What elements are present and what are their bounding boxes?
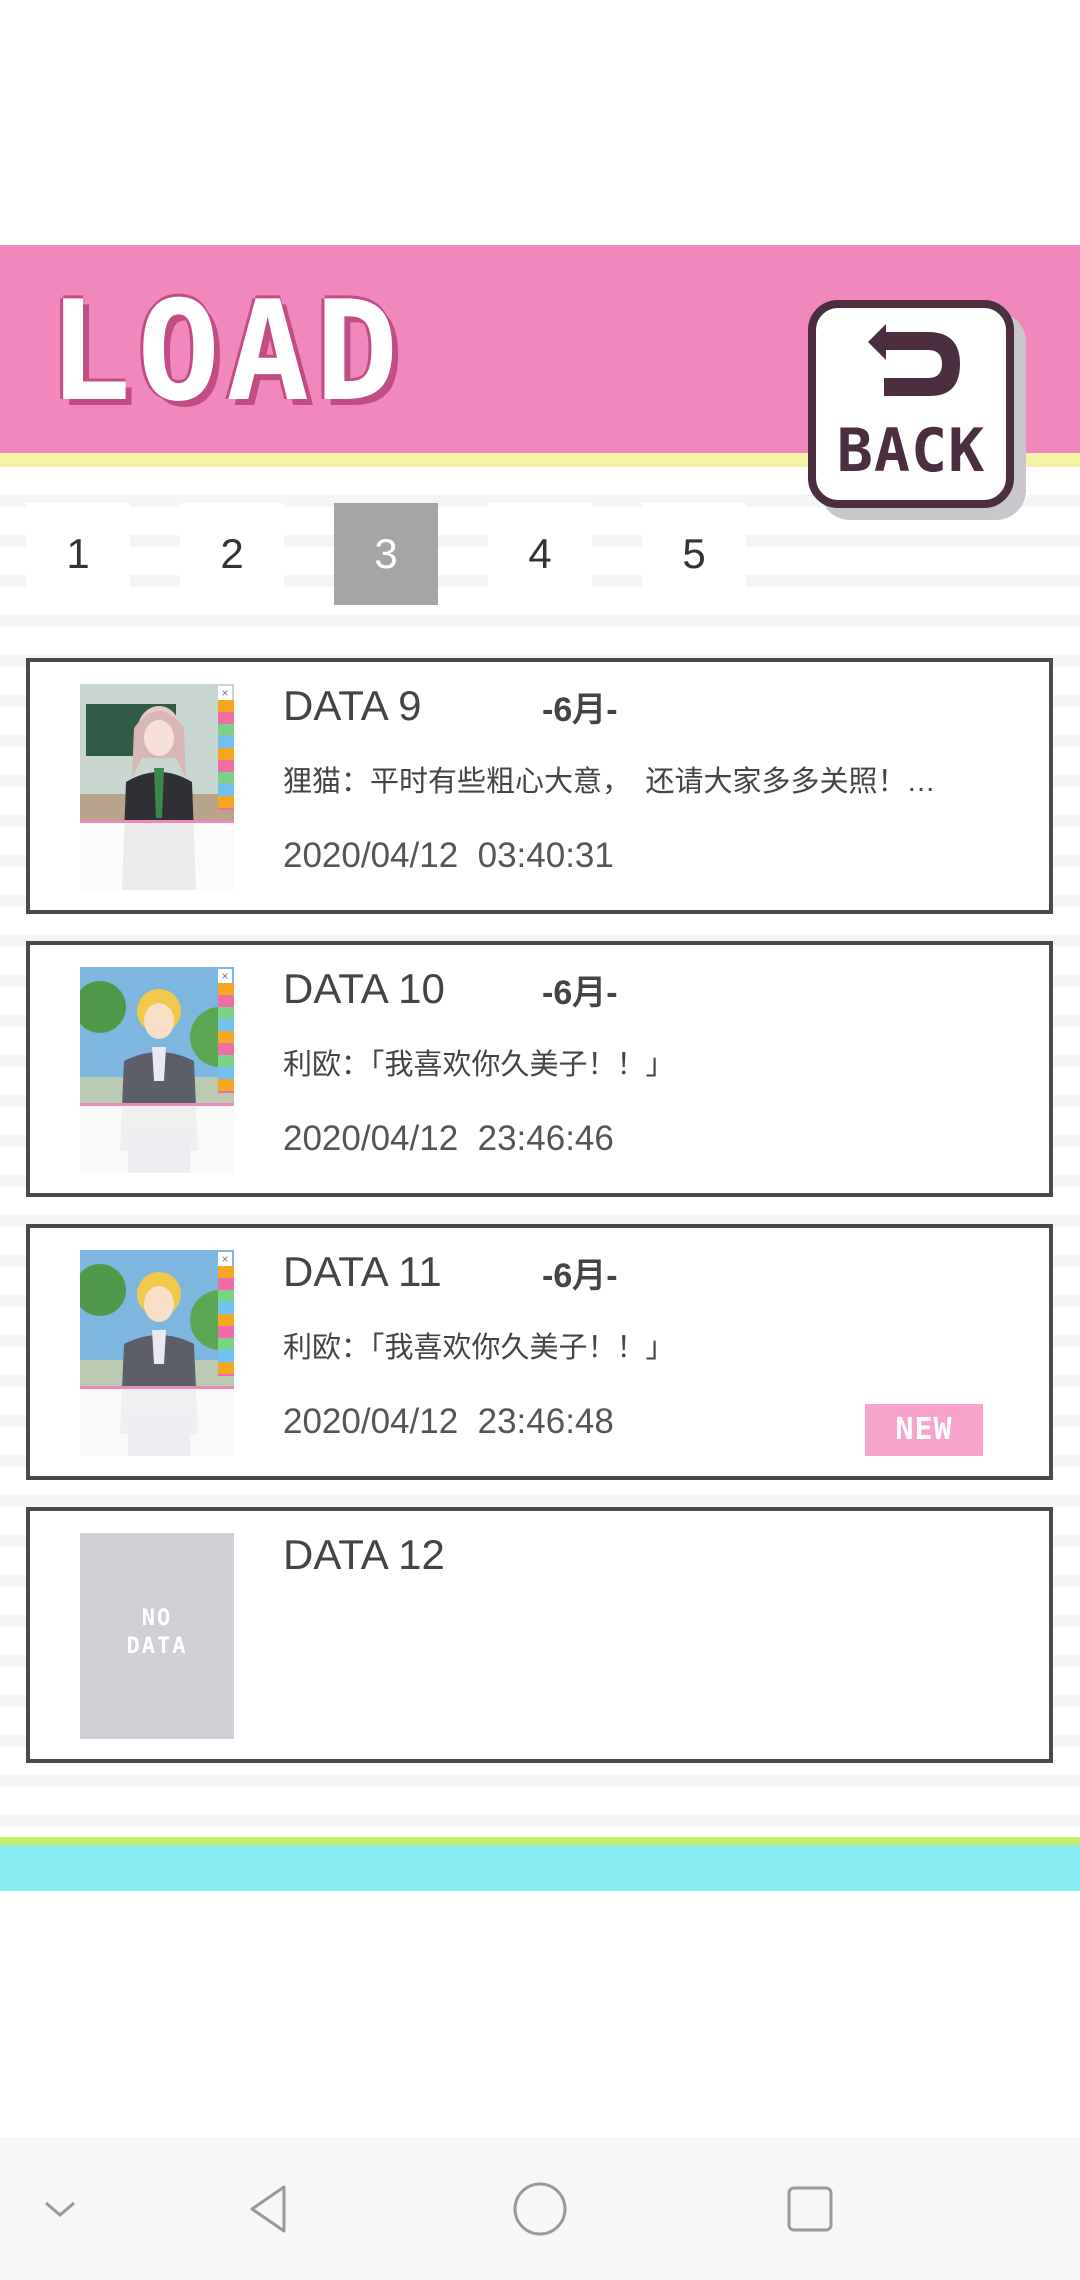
thumbnail-dialog-box [80, 1103, 234, 1173]
slot-chapter: -6月- [542, 1257, 618, 1295]
page-title: LOAD [48, 271, 405, 432]
tab-page-4[interactable]: 4 [488, 503, 592, 605]
back-label: BACK [836, 416, 986, 486]
slot-title: DATA 10 [283, 965, 445, 1012]
slot-time: 23:46:46 [477, 1119, 614, 1158]
slot-dialogue: 利欧：「我喜欢你久美子！！」 [283, 1049, 675, 1081]
close-icon: × [218, 686, 232, 700]
thumbnail-menu-strip [218, 1266, 234, 1376]
system-navigation-bar [0, 2137, 1080, 2280]
thumbnail-dialog-box [80, 1386, 234, 1456]
chevron-down-icon[interactable] [28, 2177, 92, 2241]
thumbnail-menu-strip [218, 983, 234, 1093]
tab-page-5[interactable]: 5 [642, 503, 746, 605]
slot-timestamp: 2020/04/12 23:46:48 [283, 1402, 614, 1442]
back-triangle-icon[interactable] [238, 2177, 302, 2241]
no-data-line-2: DATA [126, 1634, 188, 1659]
save-slot-data-12[interactable]: NO DATA DATA 12 [26, 1507, 1053, 1763]
footer-lime-stripe [0, 1837, 1080, 1845]
no-data-label: NO DATA [80, 1605, 234, 1661]
slot-dialogue: 狸猫：平时有些粗心大意， 还请大家多多关照！… [283, 766, 936, 798]
slot-title: DATA 9 [283, 682, 422, 729]
slot-timestamp: 2020/04/12 03:40:31 [283, 836, 614, 876]
no-data-line-1: NO [141, 1606, 173, 1631]
new-badge: NEW [865, 1404, 983, 1456]
footer-cyan-stripe [0, 1845, 1080, 1891]
return-arrow-icon [868, 324, 960, 396]
thumbnail-menu-strip [218, 700, 234, 810]
slot-thumbnail: × [80, 684, 234, 890]
slot-date: 2020/04/12 [283, 1402, 459, 1441]
slot-time: 23:46:48 [477, 1402, 614, 1441]
back-button[interactable]: BACK [808, 300, 1014, 508]
save-slot-data-10[interactable]: × DATA 10 -6月- 利欧：「我喜欢你久美子！！」 2020/04/12… [26, 941, 1053, 1197]
tab-page-2[interactable]: 2 [180, 503, 284, 605]
close-icon: × [218, 969, 232, 983]
close-icon: × [218, 1252, 232, 1266]
recents-square-icon[interactable] [778, 2177, 842, 2241]
slot-title: DATA 12 [283, 1531, 445, 1578]
home-circle-icon[interactable] [508, 2177, 572, 2241]
save-slot-data-11[interactable]: × DATA 11 -6月- 利欧：「我喜欢你久美子！！」 2020/04/12… [26, 1224, 1053, 1480]
empty-slot-thumbnail: NO DATA [80, 1533, 234, 1739]
slot-timestamp: 2020/04/12 23:46:46 [283, 1119, 614, 1159]
tab-page-3[interactable]: 3 [334, 503, 438, 605]
slot-thumbnail: × [80, 967, 234, 1173]
slot-thumbnail: × [80, 1250, 234, 1456]
slot-dialogue: 利欧：「我喜欢你久美子！！」 [283, 1332, 675, 1364]
thumbnail-dialog-box [80, 820, 234, 890]
tab-page-1[interactable]: 1 [26, 503, 130, 605]
slot-date: 2020/04/12 [283, 836, 459, 875]
slot-chapter: -6月- [542, 974, 618, 1012]
slot-title: DATA 11 [283, 1248, 442, 1295]
save-slot-data-9[interactable]: × DATA 9 -6月- 狸猫：平时有些粗心大意， 还请大家多多关照！… 20… [26, 658, 1053, 914]
slot-chapter: -6月- [542, 691, 618, 729]
slot-date: 2020/04/12 [283, 1119, 459, 1158]
slot-time: 03:40:31 [477, 836, 614, 875]
